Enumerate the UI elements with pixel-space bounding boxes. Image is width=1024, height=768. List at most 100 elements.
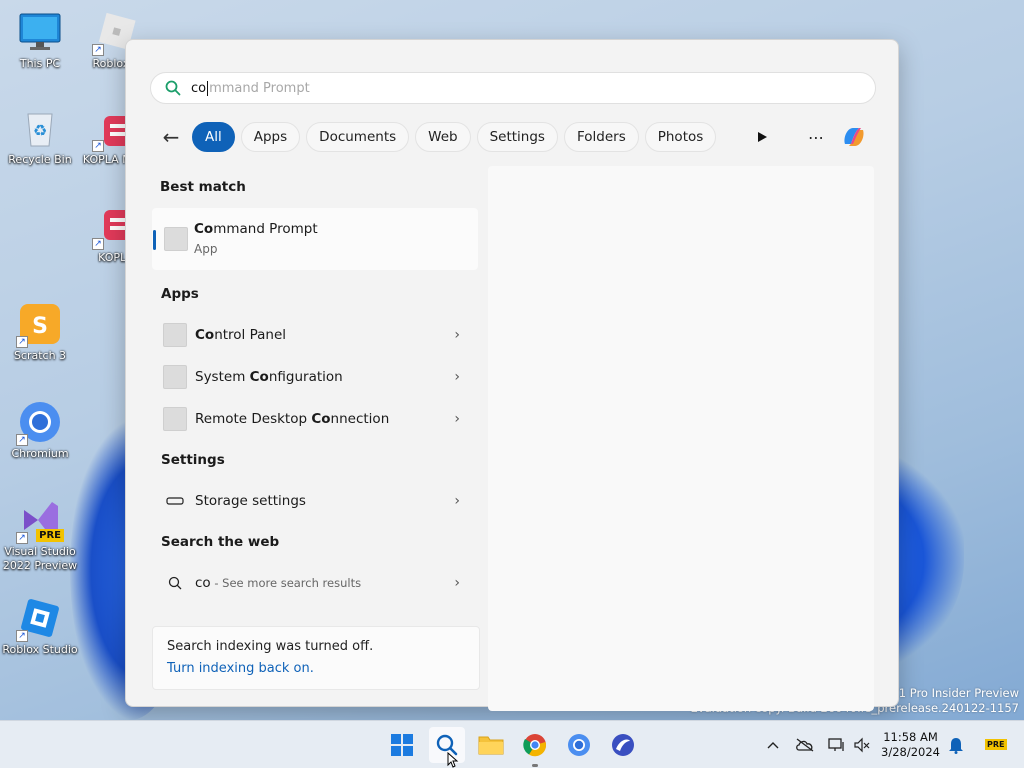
result-label: Remote Desktop Connection bbox=[195, 411, 390, 427]
turn-indexing-on-link[interactable]: Turn indexing back on. bbox=[167, 661, 465, 676]
visual-studio-code-button[interactable] bbox=[605, 727, 641, 763]
folder-icon bbox=[478, 736, 504, 755]
shortcut-arrow-icon: ↗ bbox=[16, 630, 28, 642]
search-icon bbox=[165, 80, 181, 96]
show-hidden-icons-chevron-icon[interactable] bbox=[762, 734, 784, 756]
search-typed-text: co bbox=[191, 80, 207, 96]
filter-all[interactable]: All bbox=[192, 122, 235, 152]
start-button[interactable] bbox=[384, 727, 420, 763]
chevron-right-icon[interactable]: › bbox=[454, 411, 460, 427]
preview-pane bbox=[488, 166, 874, 711]
desktop-icon-recycle-bin[interactable]: ♻ Recycle Bin bbox=[0, 106, 80, 167]
shortcut-arrow-icon: ↗ bbox=[92, 140, 104, 152]
app-swirl-icon bbox=[612, 734, 634, 756]
desktop-icon-label: Chromium bbox=[11, 447, 69, 460]
scratch-icon: S ↗ bbox=[16, 302, 62, 348]
chrome-button[interactable] bbox=[517, 727, 553, 767]
control-panel-icon bbox=[163, 323, 187, 347]
windows-logo-icon bbox=[391, 734, 413, 756]
system-configuration-icon bbox=[163, 365, 187, 389]
search-suggestion-text: mmand Prompt bbox=[209, 80, 310, 96]
shortcut-arrow-icon: ↗ bbox=[16, 336, 28, 348]
result-label: Storage settings bbox=[195, 493, 306, 509]
selection-indicator bbox=[153, 230, 156, 250]
back-arrow-icon[interactable]: ← bbox=[156, 122, 186, 152]
monitor-icon bbox=[18, 10, 62, 54]
shortcut-arrow-icon: ↗ bbox=[16, 532, 28, 544]
desktop-icon-label: Visual Studio 2022 Preview bbox=[2, 545, 78, 572]
result-label: System Configuration bbox=[195, 369, 343, 385]
filter-folders[interactable]: Folders bbox=[563, 122, 639, 152]
chromium-icon bbox=[568, 734, 590, 756]
filter-bar: ← All Apps Documents Web Settings Folder… bbox=[156, 120, 722, 154]
recycle-bin-icon: ♻ bbox=[18, 106, 62, 150]
best-match-header: Best match bbox=[160, 179, 246, 195]
app-result-control-panel[interactable]: Control Panel › bbox=[152, 315, 478, 355]
chevron-right-icon[interactable]: › bbox=[454, 327, 460, 343]
shortcut-arrow-icon: ↗ bbox=[92, 238, 104, 250]
chromium-icon: ↗ bbox=[16, 400, 62, 446]
settings-header: Settings bbox=[161, 452, 225, 468]
desktop-icon-visual-studio-preview[interactable]: PRE ↗ Visual Studio 2022 Preview bbox=[0, 498, 80, 573]
visual-studio-icon: PRE ↗ bbox=[16, 498, 64, 544]
best-match-result[interactable]: Command Prompt App bbox=[152, 208, 478, 270]
best-match-title: Command Prompt bbox=[194, 221, 318, 237]
desktop-icon-label: This PC bbox=[19, 57, 61, 70]
clock[interactable]: 11:58 AM 3/28/2024 bbox=[881, 730, 940, 760]
chrome-icon bbox=[523, 734, 547, 757]
text-caret bbox=[207, 80, 209, 96]
mouse-cursor-icon bbox=[447, 751, 459, 768]
indexing-off-text: Search indexing was turned off. bbox=[167, 639, 374, 654]
file-explorer-button[interactable] bbox=[473, 727, 509, 763]
watermark-line1: 11 Pro Insider Preview bbox=[891, 686, 1019, 700]
remote-desktop-icon bbox=[163, 407, 187, 431]
svg-text:♻: ♻ bbox=[33, 121, 47, 140]
taskbar: 11:58 AM 3/28/2024 PRE bbox=[0, 720, 1024, 768]
volume-muted-icon[interactable] bbox=[851, 734, 873, 756]
desktop-icon-roblox-studio[interactable]: ↗ Roblox Studio bbox=[0, 596, 80, 657]
copilot-icon[interactable] bbox=[838, 120, 870, 154]
more-filters-play-icon[interactable] bbox=[748, 120, 776, 154]
desktop-icon-label: Roblox Studio bbox=[2, 643, 78, 656]
more-options-icon[interactable]: ⋯ bbox=[802, 120, 830, 154]
shortcut-arrow-icon: ↗ bbox=[92, 44, 104, 56]
clock-time: 11:58 AM bbox=[883, 730, 938, 744]
filter-apps[interactable]: Apps bbox=[240, 122, 301, 152]
filter-web[interactable]: Web bbox=[415, 122, 471, 152]
network-icon[interactable] bbox=[826, 734, 848, 756]
chromium-button[interactable] bbox=[561, 727, 597, 763]
shortcut-arrow-icon: ↗ bbox=[16, 434, 28, 446]
filter-photos[interactable]: Photos bbox=[644, 122, 717, 152]
filter-documents[interactable]: Documents bbox=[306, 122, 410, 152]
desktop-icon-chromium[interactable]: ↗ Chromium bbox=[0, 400, 80, 461]
svg-text:S: S bbox=[32, 314, 48, 339]
search-web-header: Search the web bbox=[161, 534, 280, 550]
settings-result-storage[interactable]: Storage settings › bbox=[152, 481, 478, 521]
web-search-result[interactable]: co - See more search results › bbox=[152, 563, 478, 603]
clock-date: 3/28/2024 bbox=[881, 745, 940, 759]
desktop-icon-scratch[interactable]: S ↗ Scratch 3 bbox=[0, 302, 80, 363]
preview-build-badge: PRE bbox=[985, 739, 1007, 750]
search-panel: co mmand Prompt ← All Apps Documents Web … bbox=[125, 39, 899, 711]
command-prompt-icon bbox=[164, 227, 188, 251]
apps-header: Apps bbox=[161, 286, 199, 302]
filter-settings[interactable]: Settings bbox=[476, 122, 558, 152]
chevron-right-icon[interactable]: › bbox=[454, 369, 460, 385]
preview-badge: PRE bbox=[36, 529, 64, 542]
result-label: co - See more search results bbox=[195, 575, 362, 591]
notification-bell-icon[interactable] bbox=[945, 734, 967, 756]
result-label: Control Panel bbox=[195, 327, 287, 343]
app-result-system-configuration[interactable]: System Configuration › bbox=[152, 357, 478, 397]
chevron-right-icon[interactable]: › bbox=[454, 493, 460, 509]
desktop-icon-this-pc[interactable]: This PC bbox=[0, 10, 80, 71]
desktop-icon-label: Recycle Bin bbox=[8, 153, 72, 166]
best-match-type: App bbox=[194, 242, 218, 256]
chevron-right-icon[interactable]: › bbox=[454, 575, 460, 591]
indexing-notice: Search indexing was turned off. Turn ind… bbox=[152, 626, 480, 690]
onedrive-offline-icon[interactable] bbox=[794, 734, 816, 756]
roblox-studio-icon: ↗ bbox=[16, 596, 62, 642]
search-input[interactable]: co mmand Prompt bbox=[150, 72, 876, 104]
app-result-remote-desktop[interactable]: Remote Desktop Connection › bbox=[152, 399, 478, 439]
desktop-icon-label: Scratch 3 bbox=[13, 349, 67, 362]
storage-icon bbox=[163, 489, 187, 513]
